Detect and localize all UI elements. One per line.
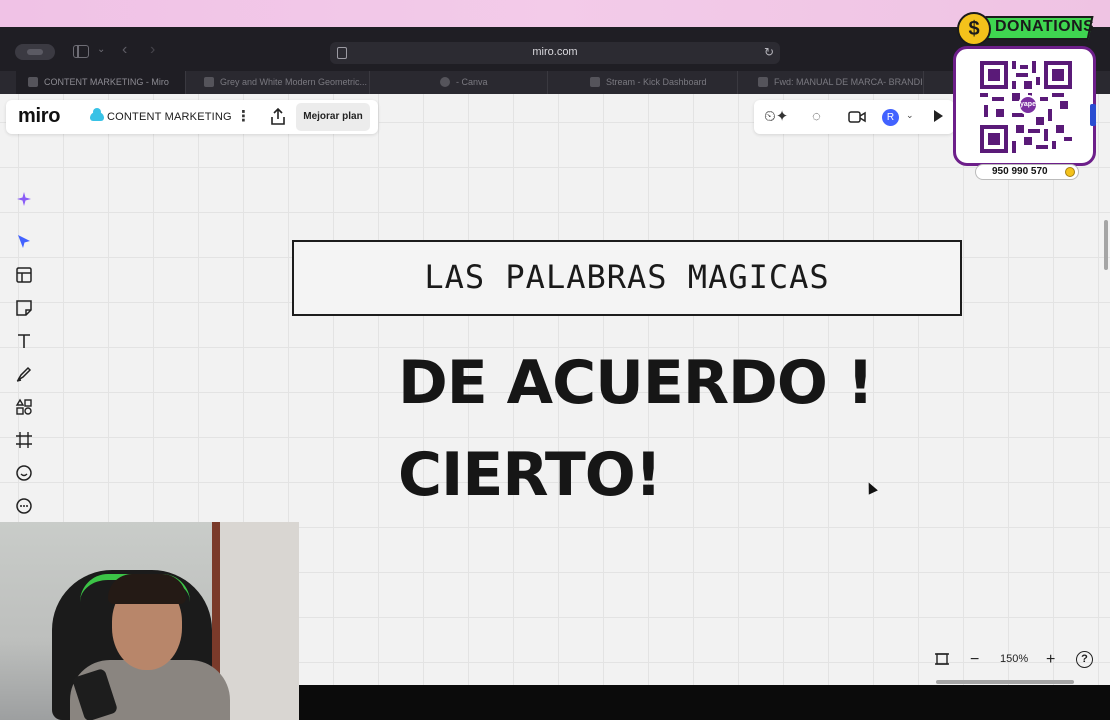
zoom-level[interactable]: 150%: [1000, 653, 1028, 665]
chat-icon[interactable]: ◌: [812, 108, 821, 126]
forward-arrow-icon[interactable]: ›: [150, 41, 155, 59]
phone-number-text: 950 990 570: [992, 166, 1048, 177]
mouse-cursor-icon: [864, 480, 878, 495]
sticky-note-icon[interactable]: [6, 293, 42, 323]
zoom-in-icon[interactable]: +: [1046, 650, 1055, 670]
pen-icon[interactable]: [6, 359, 42, 389]
cloud-icon: [90, 108, 104, 121]
frame-title-text[interactable]: LAS PALABRAS MAGICAS: [294, 258, 960, 296]
miro-favicon-icon: [28, 77, 38, 87]
collaboration-panel: ⏲︎✦ ◌ R ⌄: [754, 100, 954, 134]
person-hair: [108, 574, 186, 604]
tab-label: Grey and White Modern Geometric...: [220, 77, 368, 87]
help-icon[interactable]: ?: [1076, 651, 1093, 668]
tab-label: CONTENT MARKETING - Miro: [44, 77, 169, 87]
ai-sparkle-icon[interactable]: [6, 184, 42, 214]
yape-logo: yape: [1018, 95, 1038, 115]
vertical-scrollbar[interactable]: [1104, 220, 1108, 270]
zoom-controls: − 150% + ?: [928, 645, 1104, 675]
qr-card: yape: [953, 46, 1096, 166]
fit-to-screen-icon[interactable]: [934, 651, 950, 667]
gmail-favicon-icon: [758, 77, 768, 87]
sticker-icon[interactable]: [6, 458, 42, 488]
miro-logo[interactable]: miro: [18, 105, 60, 128]
browser-chrome: ⌄ ‹ › miro.com ↻ CONTENT MARKETING - Mir…: [0, 27, 1110, 94]
frame-icon[interactable]: [6, 425, 42, 455]
board-name[interactable]: CONTENT MARKETING: [107, 111, 232, 123]
dollar-coin-icon: $: [957, 12, 991, 46]
canva-favicon-icon: [440, 77, 450, 87]
donations-badge: $ DONATIONS: [957, 12, 1095, 46]
board-header-panel: miro CONTENT MARKETING ⋮ Mejorar plan: [6, 100, 378, 134]
tab-gmail[interactable]: Fwd: MANUAL DE MARCA- BRANDI...: [746, 71, 924, 94]
canvas-text-line-1[interactable]: DE ACUERDO !: [398, 348, 874, 418]
tab-canva[interactable]: - Canva: [428, 71, 548, 94]
webcam-overlay: [0, 522, 299, 720]
user-avatar[interactable]: R: [882, 109, 899, 126]
tab-kick[interactable]: Stream - Kick Dashboard: [578, 71, 738, 94]
video-call-icon[interactable]: [848, 110, 866, 124]
sidebar-toggle-icon[interactable]: [73, 45, 89, 58]
address-bar[interactable]: miro.com ↻: [330, 42, 780, 64]
export-icon[interactable]: [269, 107, 287, 127]
more-options-icon[interactable]: ⋮: [236, 106, 251, 128]
shapes-icon[interactable]: [6, 392, 42, 422]
kick-favicon-icon: [590, 77, 600, 87]
window-controls[interactable]: [15, 44, 55, 60]
reactions-icon[interactable]: ⏲︎✦: [764, 108, 788, 126]
tab-label: Stream - Kick Dashboard: [606, 77, 707, 87]
canvas-text-line-2[interactable]: CIERTO!: [398, 440, 662, 510]
donation-phone-number: 950 990 570: [975, 164, 1079, 180]
left-toolbar: [6, 184, 42, 524]
select-cursor-icon[interactable]: [6, 227, 42, 257]
title-frame[interactable]: LAS PALABRAS MAGICAS: [292, 240, 962, 316]
donations-label: DONATIONS: [995, 18, 1095, 35]
templates-icon[interactable]: [6, 260, 42, 290]
back-arrow-icon[interactable]: ‹: [122, 41, 127, 59]
tab-label: - Canva: [456, 77, 488, 87]
comment-icon[interactable]: [6, 491, 42, 521]
edge-strip: [1090, 104, 1096, 126]
tab-label: Fwd: MANUAL DE MARCA- BRANDI...: [774, 77, 924, 87]
tab-geometric[interactable]: Grey and White Modern Geometric...: [192, 71, 370, 94]
tab-bar: CONTENT MARKETING - Miro Grey and White …: [0, 71, 1110, 94]
macos-menu-bar: [0, 0, 1110, 27]
upgrade-plan-button[interactable]: Mejorar plan: [296, 103, 370, 131]
zoom-out-icon[interactable]: −: [970, 650, 979, 670]
chevron-down-icon[interactable]: ⌄: [906, 110, 914, 121]
favicon-icon: [204, 77, 214, 87]
url-text: miro.com: [532, 46, 578, 58]
reload-icon[interactable]: ↻: [764, 45, 774, 59]
chevron-down-icon[interactable]: ⌄: [97, 44, 105, 55]
presentation-play-icon[interactable]: [934, 110, 943, 122]
coin-icon: [1065, 167, 1075, 177]
tab-content-marketing[interactable]: CONTENT MARKETING - Miro: [16, 71, 186, 94]
horizontal-scrollbar[interactable]: [936, 680, 1074, 684]
browser-toolbar: ⌄ ‹ › miro.com ↻: [0, 27, 1110, 71]
text-icon[interactable]: [6, 326, 42, 356]
